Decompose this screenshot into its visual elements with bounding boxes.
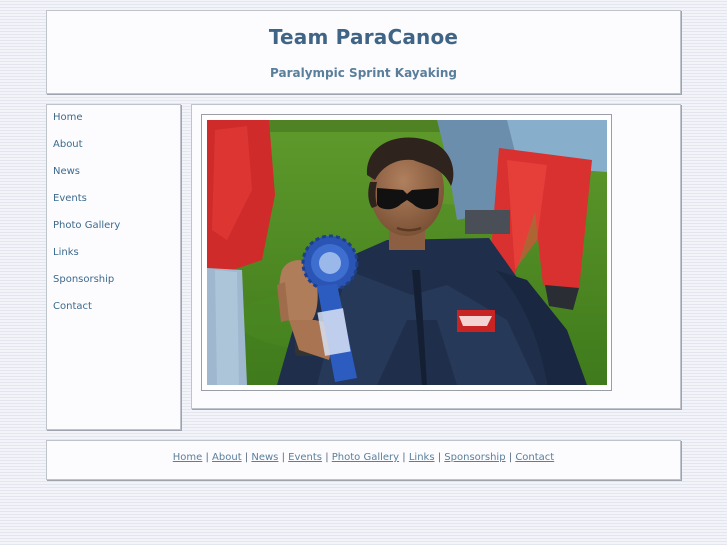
nav-list: Home About News Events Photo Gallery Lin… xyxy=(53,111,120,327)
sidebar-item-about[interactable]: About xyxy=(53,138,120,165)
sidebar-nav: Home About News Events Photo Gallery Lin… xyxy=(46,104,181,430)
site-title: Team ParaCanoe xyxy=(268,25,459,49)
footer-panel: Home | About | News | Events | Photo Gal… xyxy=(46,440,681,480)
footer-link-sponsorship[interactable]: Sponsorship xyxy=(444,452,505,463)
site-subtitle: Paralympic Sprint Kayaking xyxy=(270,66,457,80)
footer-link-contact[interactable]: Contact xyxy=(515,452,554,463)
sidebar-item-sponsorship[interactable]: Sponsorship xyxy=(53,273,120,300)
footer-separator: | xyxy=(325,452,329,463)
photo-frame xyxy=(201,114,612,391)
footer-separator: | xyxy=(244,452,249,463)
footer-separator: | xyxy=(437,452,442,463)
header-panel: Team ParaCanoe Paralympic Sprint Kayakin… xyxy=(46,10,681,94)
sidebar-item-events[interactable]: Events xyxy=(53,192,120,219)
footer-link-photo-gallery[interactable]: Photo Gallery xyxy=(332,452,399,463)
footer-link-news[interactable]: News xyxy=(251,452,278,463)
sidebar-item-photo-gallery[interactable]: Photo Gallery xyxy=(53,219,120,246)
footer-link-links[interactable]: Links xyxy=(409,452,435,463)
sidebar-item-contact[interactable]: Contact xyxy=(53,300,120,327)
sidebar-item-links[interactable]: Links xyxy=(53,246,120,273)
footer-link-events[interactable]: Events xyxy=(288,452,322,463)
sidebar-item-news[interactable]: News xyxy=(53,165,120,192)
athlete-photo xyxy=(207,120,607,385)
footer-nav: Home | About | News | Events | Photo Gal… xyxy=(47,452,680,463)
footer-link-about[interactable]: About xyxy=(212,452,242,463)
main-content xyxy=(191,104,681,409)
footer-separator: | xyxy=(281,452,285,463)
footer-separator: | xyxy=(402,452,406,463)
footer-separator: | xyxy=(205,452,209,463)
footer-link-home[interactable]: Home xyxy=(173,452,203,463)
sidebar-item-home[interactable]: Home xyxy=(53,111,120,138)
footer-separator: | xyxy=(508,452,513,463)
